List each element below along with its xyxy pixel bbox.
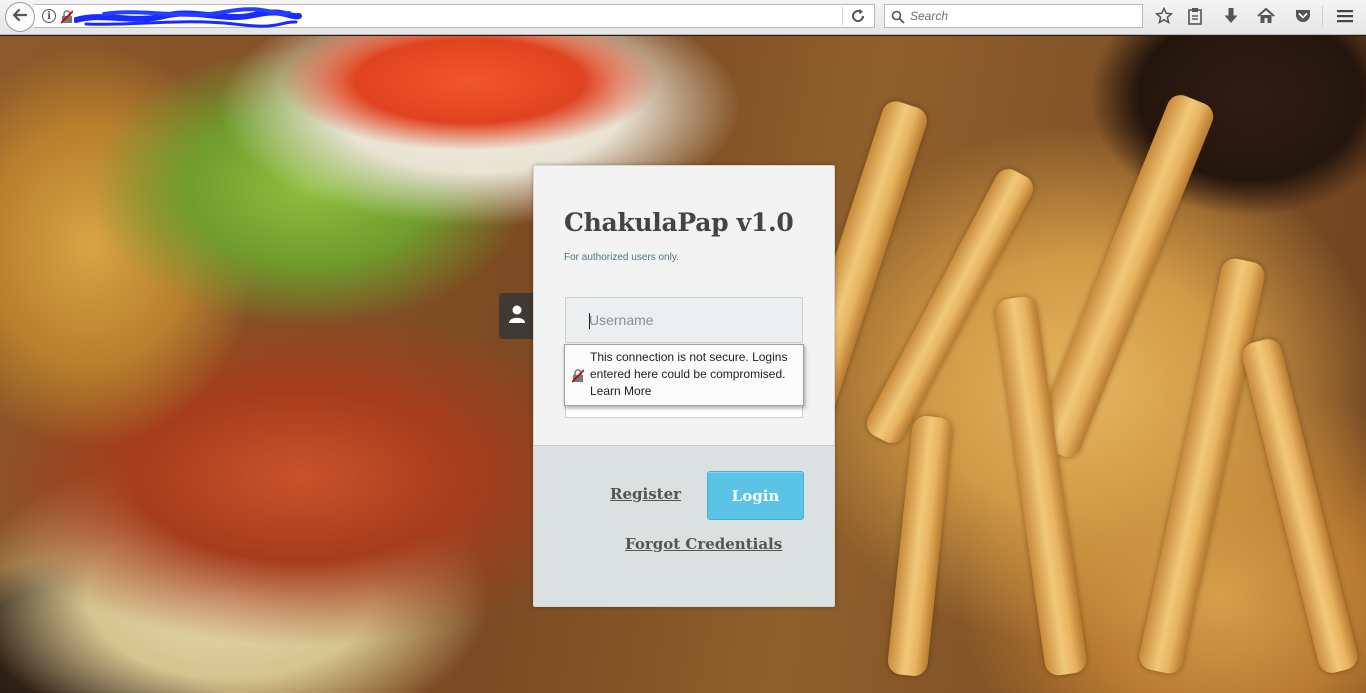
search-bar[interactable] xyxy=(884,4,1143,28)
forgot-credentials-link[interactable]: Forgot Credentials xyxy=(625,535,782,553)
back-button[interactable] xyxy=(5,2,35,32)
search-icon xyxy=(891,9,905,28)
info-icon[interactable]: i xyxy=(42,9,56,23)
background-fry xyxy=(886,414,954,678)
register-link[interactable]: Register xyxy=(610,485,681,503)
url-bar[interactable]: i xyxy=(34,4,875,28)
bookmark-star-icon[interactable] xyxy=(1154,6,1174,26)
warning-text-line: entered here could be compromised. xyxy=(590,367,786,381)
background-fry xyxy=(1136,256,1268,676)
app-subtitle: For authorized users only. xyxy=(564,252,679,263)
hamburger-menu-icon[interactable] xyxy=(1335,6,1355,26)
warning-text-line: This connection is not secure. Logins xyxy=(590,350,788,364)
text-caret xyxy=(589,313,590,329)
search-input[interactable] xyxy=(910,8,1135,24)
learn-more-link[interactable]: Learn More xyxy=(590,384,651,398)
background-fry xyxy=(1030,90,1218,462)
toolbar-divider xyxy=(1322,6,1323,26)
login-button[interactable]: Login xyxy=(707,471,804,520)
login-card-actions xyxy=(534,445,834,606)
home-icon[interactable] xyxy=(1256,6,1276,26)
pocket-icon[interactable] xyxy=(1293,6,1313,26)
insecure-login-warning: This connection is not secure. Logins en… xyxy=(564,344,804,406)
username-input[interactable] xyxy=(565,297,803,343)
reload-icon[interactable] xyxy=(850,8,866,28)
user-icon xyxy=(508,304,526,328)
back-arrow-icon xyxy=(12,7,28,27)
insecure-lock-icon xyxy=(571,368,585,387)
username-icon-tab xyxy=(499,293,535,339)
background-fry xyxy=(1239,336,1361,676)
download-icon[interactable] xyxy=(1221,6,1241,26)
url-bar-divider xyxy=(842,7,843,25)
insecure-lock-icon[interactable] xyxy=(60,9,74,28)
app-title: ChakulaPap v1.0 xyxy=(564,208,794,237)
browser-toolbar: i xyxy=(0,0,1366,35)
clipboard-icon[interactable] xyxy=(1185,6,1205,26)
redacted-url-scribble xyxy=(73,6,304,32)
